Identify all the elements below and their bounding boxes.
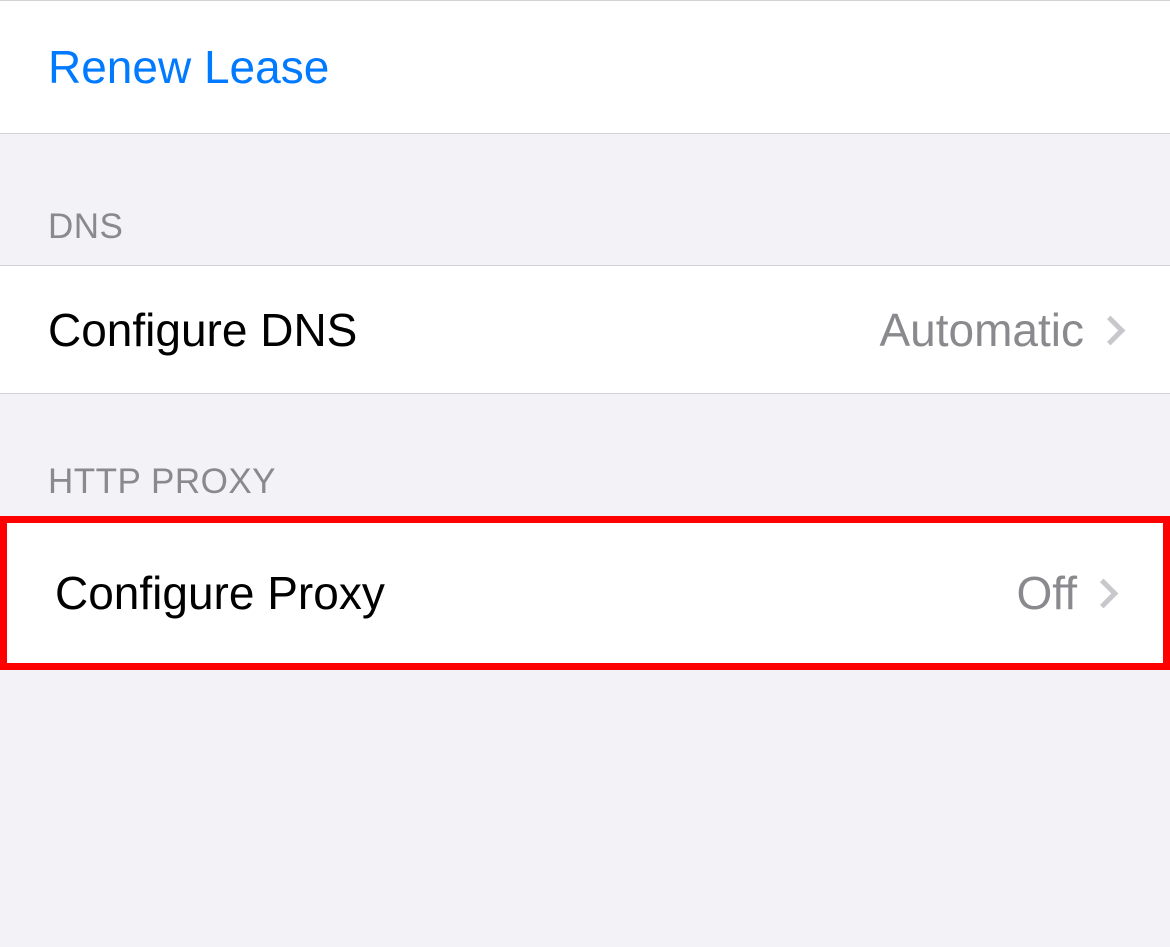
dns-section-header: DNS	[0, 207, 171, 265]
configure-proxy-value: Off	[1016, 566, 1077, 620]
dns-section-gap: DNS	[0, 134, 1170, 265]
configure-dns-right: Automatic	[879, 303, 1122, 357]
configure-dns-value: Automatic	[879, 303, 1084, 357]
configure-dns-cell[interactable]: Configure DNS Automatic	[0, 265, 1170, 394]
configure-proxy-cell[interactable]: Configure Proxy Off	[7, 523, 1163, 663]
renew-lease-cell[interactable]: Renew Lease	[0, 0, 1170, 134]
chevron-right-icon	[1095, 576, 1115, 610]
configure-proxy-label: Configure Proxy	[55, 566, 385, 620]
configure-dns-label: Configure DNS	[48, 303, 357, 357]
configure-proxy-right: Off	[1016, 566, 1115, 620]
proxy-section-header: HTTP PROXY	[0, 462, 324, 520]
chevron-right-icon	[1102, 313, 1122, 347]
proxy-section-gap: HTTP PROXY	[0, 394, 1170, 520]
highlight-annotation: Configure Proxy Off	[0, 516, 1170, 670]
renew-lease-label: Renew Lease	[48, 40, 329, 94]
